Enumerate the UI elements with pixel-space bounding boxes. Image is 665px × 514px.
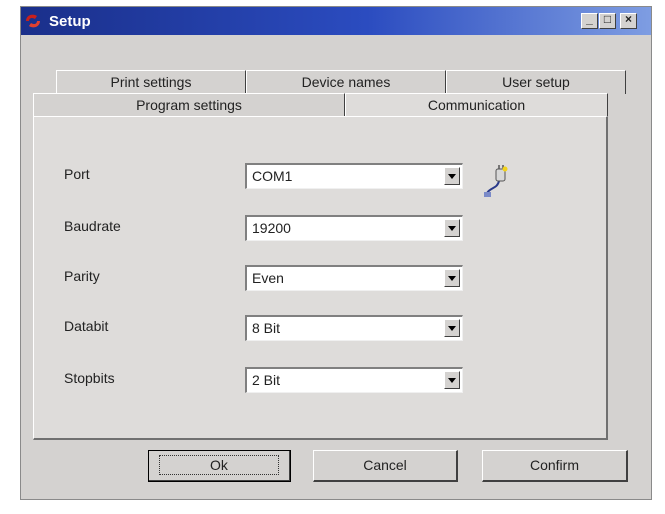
parity-select[interactable]: Even: [245, 265, 463, 291]
stopbits-select[interactable]: 2 Bit: [245, 367, 463, 393]
tab-program-settings[interactable]: Program settings: [33, 93, 345, 117]
tab-label: Communication: [427, 97, 526, 113]
chevron-down-icon[interactable]: [444, 219, 460, 237]
tab-label: Program settings: [136, 97, 242, 113]
parity-value: Even: [252, 270, 284, 286]
tab-label: User setup: [502, 74, 570, 90]
setup-app-icon: [26, 14, 40, 28]
databit-value: 8 Bit: [252, 320, 281, 336]
confirm-button[interactable]: Confirm: [482, 450, 628, 482]
port-label: Port: [64, 166, 90, 182]
ok-button[interactable]: Ok: [148, 450, 291, 482]
stopbits-value: 2 Bit: [252, 372, 281, 388]
stopbits-label: Stopbits: [64, 370, 115, 386]
tab-print-settings[interactable]: Print settings: [56, 70, 246, 94]
chevron-down-icon[interactable]: [444, 319, 460, 337]
baudrate-label: Baudrate: [64, 218, 121, 234]
connection-plug-icon: [484, 165, 508, 197]
minimize-button[interactable]: _: [581, 12, 598, 29]
close-icon: ×: [624, 12, 632, 26]
maximize-button[interactable]: □: [599, 12, 616, 29]
tab-device-names[interactable]: Device names: [246, 70, 446, 94]
baudrate-select[interactable]: 19200: [245, 215, 463, 241]
confirm-button-label: Confirm: [529, 457, 579, 473]
cancel-button[interactable]: Cancel: [313, 450, 458, 482]
baudrate-value: 19200: [252, 220, 291, 236]
maximize-icon: □: [603, 12, 612, 26]
minimize-icon: _: [586, 12, 593, 26]
tab-user-setup[interactable]: User setup: [446, 70, 626, 94]
tab-label: Device names: [301, 74, 391, 90]
port-select[interactable]: COM1: [245, 163, 463, 189]
communication-panel: Port COM1 Baudrate 19200 Parity Even Dat…: [33, 116, 608, 440]
databit-select[interactable]: 8 Bit: [245, 315, 463, 341]
cancel-button-label: Cancel: [363, 457, 407, 473]
chevron-down-icon[interactable]: [444, 269, 460, 287]
databit-label: Databit: [64, 318, 109, 334]
window-title: Setup: [49, 13, 91, 30]
chevron-down-icon[interactable]: [444, 167, 460, 185]
ok-button-label: Ok: [159, 455, 279, 475]
close-button[interactable]: ×: [620, 12, 637, 29]
port-value: COM1: [252, 168, 293, 184]
chevron-down-icon[interactable]: [444, 371, 460, 389]
title-bar[interactable]: Setup _ □ ×: [21, 7, 651, 35]
parity-label: Parity: [64, 268, 100, 284]
tab-label: Print settings: [110, 74, 192, 90]
